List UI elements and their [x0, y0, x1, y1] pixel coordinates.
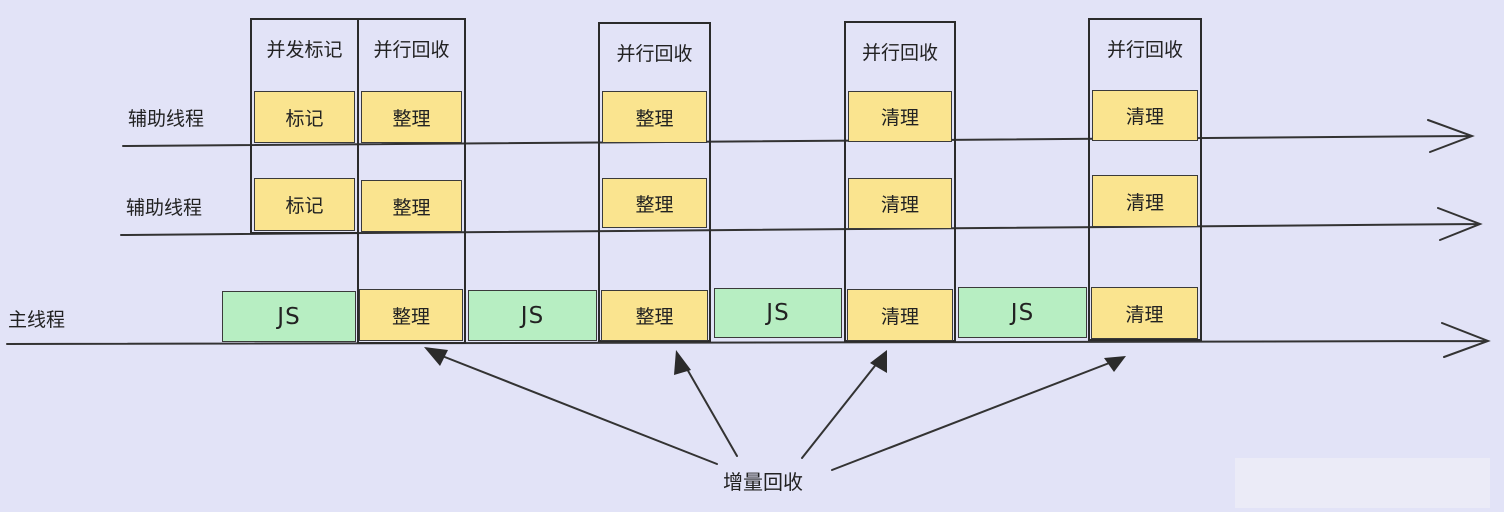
task-block-mark: 标记 — [254, 91, 355, 143]
js-block: JS — [222, 291, 356, 342]
row-label-helper-thread-1: 辅助线程 — [128, 108, 205, 130]
task-block-sweep: 清理 — [1092, 90, 1198, 141]
task-block-mark: 标记 — [254, 178, 355, 231]
task-block-compact: 整理 — [361, 180, 462, 232]
timeline-lines — [6, 119, 1491, 471]
task-block-compact: 整理 — [602, 91, 707, 143]
task-block-compact: 整理 — [361, 91, 462, 143]
task-block-sweep: 清理 — [848, 91, 952, 142]
task-block-compact: 整理 — [601, 290, 708, 341]
frame-label-parallel-collection: 并行回收 — [373, 39, 450, 61]
task-block-sweep: 清理 — [1091, 287, 1198, 339]
arrow-head-1 — [424, 347, 448, 366]
js-block: JS — [714, 288, 842, 338]
task-block-compact: 整理 — [359, 289, 463, 341]
incremental-arrow-4 — [831, 359, 1118, 471]
js-block: JS — [958, 287, 1087, 338]
task-block-sweep: 清理 — [847, 289, 953, 341]
incremental-arrow-2 — [682, 361, 738, 457]
task-block-compact: 整理 — [602, 178, 707, 228]
frame-label-parallel-collection: 并行回收 — [861, 42, 938, 64]
js-block: JS — [468, 290, 597, 341]
incremental-arrow-1 — [431, 351, 718, 465]
frame-label-parallel-collection: 并行回收 — [616, 43, 693, 65]
frame-label-concurrent-marking: 并发标记 — [266, 39, 343, 61]
task-block-sweep: 清理 — [1092, 175, 1198, 227]
row-label-main-thread: 主线程 — [8, 309, 66, 331]
frame-label-parallel-collection: 并行回收 — [1106, 39, 1183, 61]
row-label-helper-thread-2: 辅助线程 — [126, 197, 203, 219]
task-block-sweep: 清理 — [848, 178, 952, 229]
incremental-collection-label: 增量回收 — [723, 470, 803, 494]
incremental-arrow-3 — [801, 361, 879, 459]
